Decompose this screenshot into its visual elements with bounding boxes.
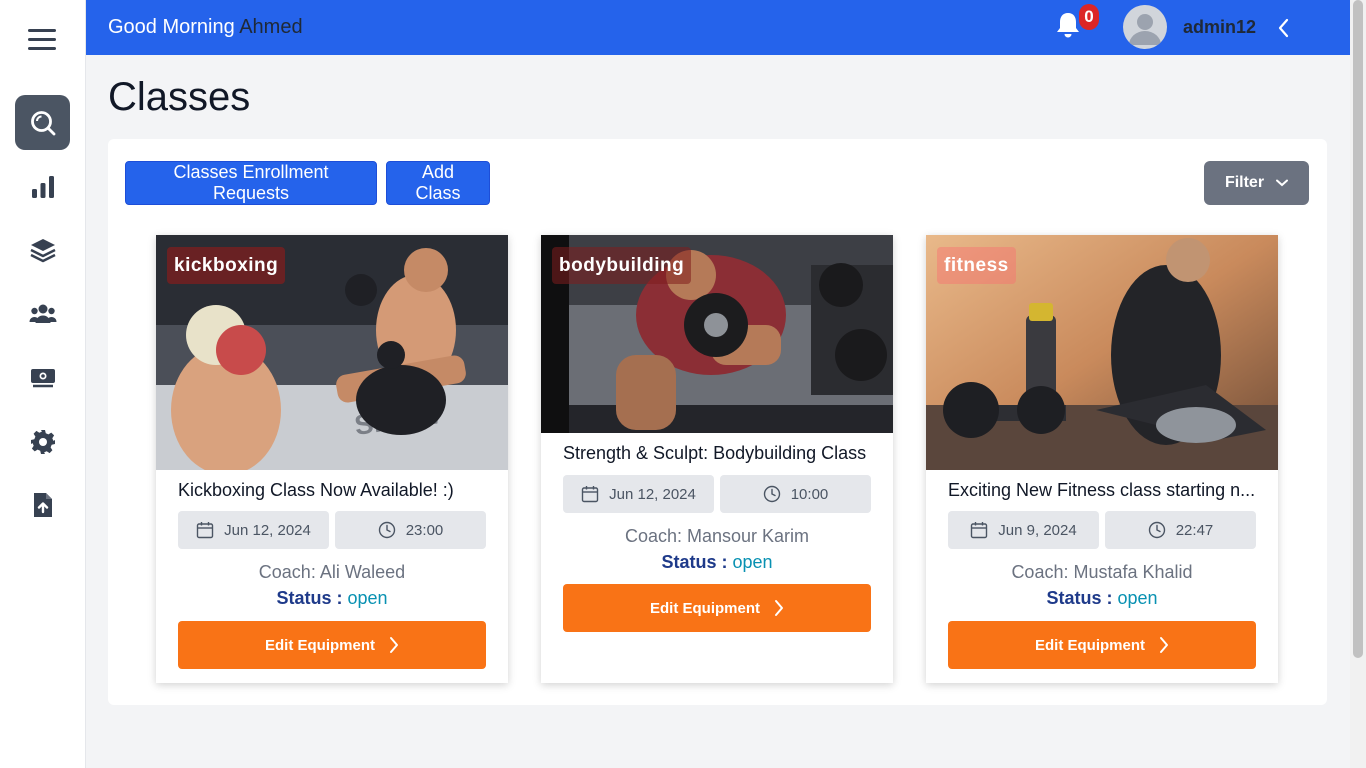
chevron-right-icon bbox=[390, 637, 398, 653]
file-upload-icon bbox=[33, 492, 52, 517]
money-icon bbox=[30, 368, 55, 387]
bar-chart-icon bbox=[31, 175, 54, 198]
class-date: Jun 12, 2024 bbox=[224, 521, 311, 539]
status-value: open bbox=[347, 588, 388, 608]
class-title: Kickboxing Class Now Available! :) bbox=[178, 480, 454, 500]
scrollbar[interactable] bbox=[1350, 0, 1366, 768]
top-header: Good Morning Ahmed 0 admin12 bbox=[86, 0, 1350, 55]
class-image: SHOW kickboxing bbox=[156, 235, 508, 470]
class-date: Jun 12, 2024 bbox=[609, 485, 696, 503]
class-time: 22:47 bbox=[1175, 521, 1214, 539]
class-status: Status : open bbox=[156, 588, 508, 609]
hamburger-menu-icon[interactable] bbox=[28, 29, 56, 51]
sidebar-item-search[interactable] bbox=[15, 95, 70, 150]
add-class-button[interactable]: Add Class bbox=[386, 161, 490, 205]
class-time: 10:00 bbox=[790, 485, 829, 503]
admin-name[interactable]: admin12 bbox=[1183, 17, 1256, 38]
class-image: fitness bbox=[926, 235, 1278, 470]
class-status: Status : open bbox=[926, 588, 1278, 609]
edit-equipment-button[interactable]: Edit Equipment bbox=[563, 584, 871, 632]
date-chip: Jun 12, 2024 bbox=[178, 511, 329, 549]
class-tag: bodybuilding bbox=[552, 247, 692, 284]
filter-button[interactable]: Filter bbox=[1204, 161, 1309, 205]
class-tag: fitness bbox=[937, 247, 1016, 284]
notification-badge: 0 bbox=[1079, 4, 1099, 30]
edit-equipment-button[interactable]: Edit Equipment bbox=[948, 621, 1256, 669]
class-date: Jun 9, 2024 bbox=[998, 521, 1077, 539]
date-chip: Jun 9, 2024 bbox=[948, 511, 1099, 549]
gear-icon bbox=[30, 429, 55, 454]
greeting-username: Ahmed bbox=[239, 16, 303, 38]
class-card: SHOW kickboxing Kickboxing Class Now Ava… bbox=[156, 235, 508, 683]
class-title: Exciting New Fitness class starting n... bbox=[948, 480, 1256, 500]
avatar[interactable] bbox=[1123, 5, 1167, 49]
class-time: 23:00 bbox=[405, 521, 444, 539]
enrollment-requests-button[interactable]: Classes Enrollment Requests bbox=[125, 161, 377, 205]
chevron-right-icon bbox=[775, 600, 783, 616]
edit-equipment-label: Edit Equipment bbox=[650, 599, 760, 617]
class-coach: Coach: Ali Waleed bbox=[258, 562, 406, 582]
sidebar-item-layers[interactable] bbox=[15, 222, 70, 277]
sidebar-item-members[interactable] bbox=[15, 286, 70, 341]
status-value: open bbox=[732, 552, 773, 572]
status-label: Status bbox=[276, 588, 332, 608]
greeting: Good Morning Ahmed bbox=[108, 16, 303, 39]
class-card: bodybuilding Strength & Sculpt: Bodybuil… bbox=[541, 235, 893, 683]
edit-equipment-button[interactable]: Edit Equipment bbox=[178, 621, 486, 669]
time-chip: 22:47 bbox=[1105, 511, 1256, 549]
calendar-icon bbox=[971, 522, 988, 539]
sidebar bbox=[0, 0, 86, 768]
filter-label: Filter bbox=[1224, 174, 1265, 191]
class-image: bodybuilding bbox=[541, 235, 893, 433]
users-icon bbox=[29, 304, 56, 323]
status-separator: : bbox=[1106, 588, 1113, 608]
clock-icon bbox=[1148, 521, 1165, 539]
time-chip: 10:00 bbox=[720, 475, 871, 513]
status-value: open bbox=[1117, 588, 1158, 608]
calendar-icon bbox=[581, 486, 599, 503]
chevron-right-icon bbox=[1160, 637, 1168, 653]
calendar-icon bbox=[196, 522, 214, 539]
class-coach: Coach: Mansour Karim bbox=[624, 526, 810, 546]
status-label: Status bbox=[661, 552, 717, 572]
class-title: Strength & Sculpt: Bodybuilding Class bbox=[563, 443, 867, 463]
class-coach: Coach: Mustafa Khalid bbox=[1011, 562, 1193, 582]
status-label: Status bbox=[1046, 588, 1102, 608]
chevron-down-icon bbox=[1276, 179, 1289, 187]
sidebar-item-payments[interactable] bbox=[15, 350, 70, 405]
chevron-left-icon[interactable] bbox=[1276, 17, 1292, 39]
time-chip: 23:00 bbox=[335, 511, 486, 549]
greeting-text: Good Morning bbox=[108, 16, 235, 38]
sidebar-item-settings[interactable] bbox=[15, 414, 70, 469]
status-separator: : bbox=[721, 552, 728, 572]
status-separator: : bbox=[336, 588, 343, 608]
clock-icon bbox=[763, 485, 780, 503]
sidebar-item-reports[interactable] bbox=[15, 159, 70, 214]
sidebar-item-upload[interactable] bbox=[15, 477, 70, 532]
class-card: fitness Exciting New Fitness class start… bbox=[926, 235, 1278, 683]
search-icon bbox=[30, 110, 55, 135]
edit-equipment-label: Edit Equipment bbox=[1035, 636, 1145, 654]
scrollbar-thumb[interactable] bbox=[1353, 0, 1363, 658]
bell-icon[interactable] bbox=[1054, 10, 1082, 40]
date-chip: Jun 12, 2024 bbox=[563, 475, 714, 513]
user-avatar-icon bbox=[1129, 14, 1161, 45]
layers-icon bbox=[29, 238, 56, 262]
page-title: Classes bbox=[108, 75, 251, 119]
clock-icon bbox=[378, 521, 395, 539]
classes-panel: Classes Enrollment Requests Add Class Fi… bbox=[108, 139, 1327, 705]
class-status: Status : open bbox=[541, 552, 893, 573]
edit-equipment-label: Edit Equipment bbox=[265, 636, 375, 654]
class-tag: kickboxing bbox=[167, 247, 286, 284]
